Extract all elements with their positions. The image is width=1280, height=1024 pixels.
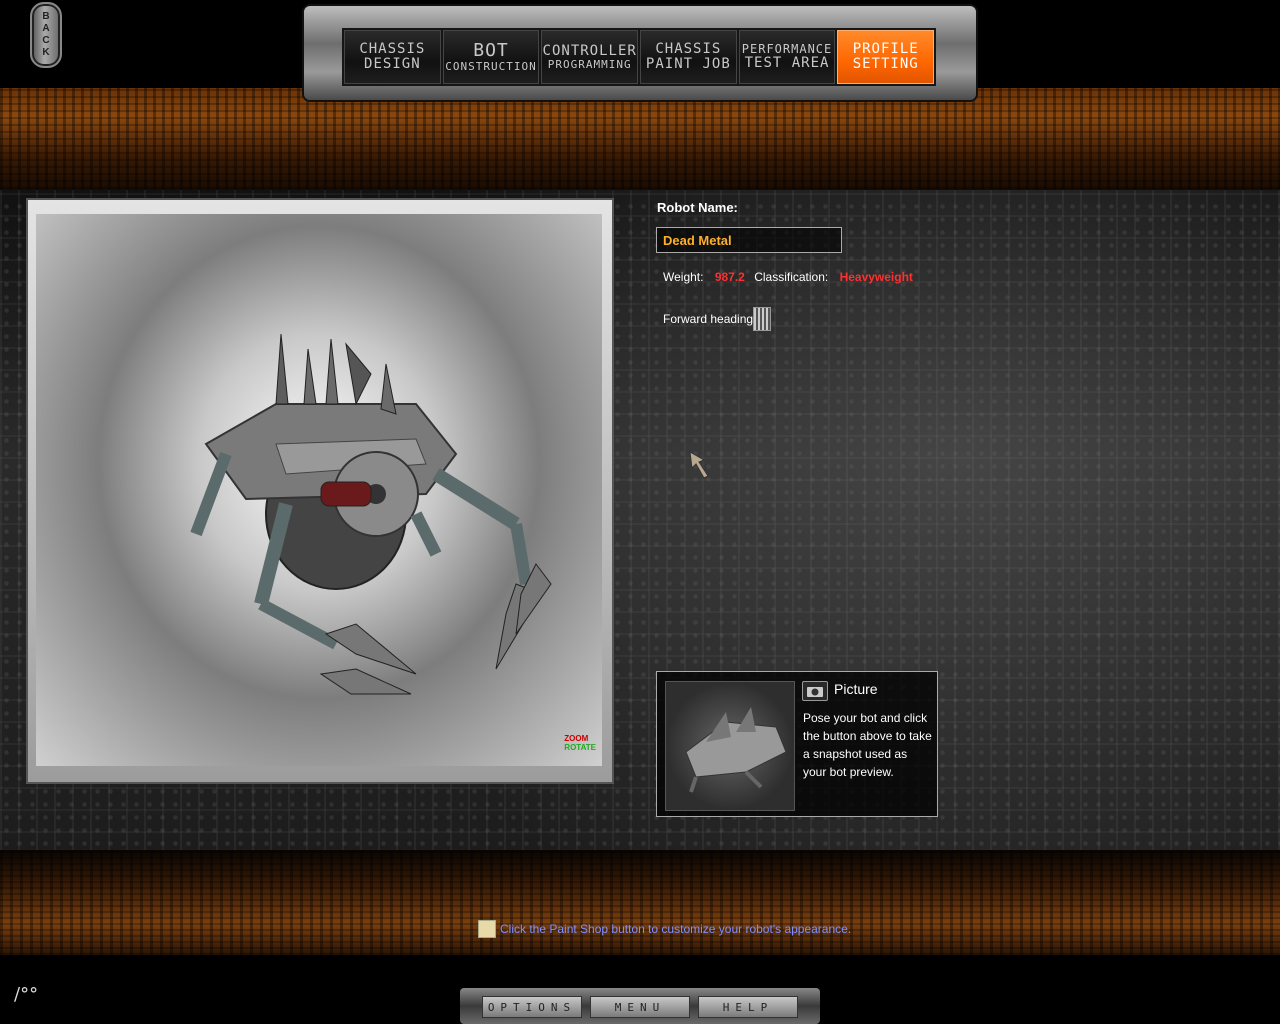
robot-viewport-frame: ZOOM ROTATE [26, 198, 614, 784]
cursor-icon [689, 451, 709, 479]
robot-stats: Weight: 987.2 Classification: Heavyweigh… [663, 270, 919, 284]
picture-description: Pose your bot and click the button above… [803, 711, 932, 779]
game-logo-icon: /°° [14, 984, 39, 1005]
top-orange-band [0, 88, 1280, 203]
zoom-rotate-indicator[interactable]: ZOOM ROTATE [564, 734, 596, 752]
tab-label-line2: DESIGN [364, 56, 421, 72]
weight-label: Weight: [663, 270, 704, 284]
tab-controller-programming[interactable]: CONTROLLER PROGRAMMING [541, 30, 639, 84]
bottom-orange-band [0, 850, 1280, 955]
robot-name-label: Robot Name: [657, 200, 738, 215]
options-button[interactable]: OPTIONS [482, 996, 582, 1018]
tab-performance-test-area[interactable]: PERFORMANCE TEST AREA [738, 30, 836, 84]
classification-value: Heavyweight [839, 270, 913, 284]
menu-button[interactable]: MENU [590, 996, 690, 1018]
tab-label-line2: SETTING [852, 56, 919, 72]
main-tab-bar: CHASSIS DESIGN BOT CONSTRUCTION CONTROLL… [304, 6, 976, 100]
tab-strip: CHASSIS DESIGN BOT CONSTRUCTION CONTROLL… [342, 28, 936, 86]
paint-shop-icon [478, 920, 496, 938]
bottom-menu-bar: OPTIONS MENU HELP [460, 988, 820, 1024]
help-button[interactable]: HELP [698, 996, 798, 1018]
tab-label-line2: PROGRAMMING [547, 57, 632, 71]
robot-name-input[interactable]: Dead Metal [656, 227, 842, 253]
weight-value: 987.2 [714, 270, 745, 284]
robot-model [190, 333, 552, 695]
forward-heading-slider[interactable] [753, 307, 771, 331]
tab-bot-construction[interactable]: BOT CONSTRUCTION [442, 30, 540, 84]
camera-icon [807, 687, 823, 697]
picture-panel: Picture Pose your bot and click the butt… [656, 671, 938, 817]
tab-profile-setting[interactable]: PROFILE SETTING [837, 30, 935, 84]
tab-label-line1: CHASSIS [359, 41, 426, 58]
back-button[interactable]: BACK [30, 2, 62, 68]
tab-label-line1: BOT [473, 39, 509, 61]
zoom-label: ZOOM [564, 734, 589, 743]
tab-label-line1: PROFILE [852, 41, 919, 58]
tab-label-line1: CONTROLLER [542, 42, 637, 59]
picture-title: Picture [834, 681, 878, 697]
bot-thumbnail-image [685, 707, 787, 793]
rotate-label: ROTATE [564, 743, 596, 752]
camera-snapshot-button[interactable] [802, 681, 828, 701]
forward-heading-label: Forward heading: [663, 312, 757, 326]
tab-chassis-paint-job[interactable]: CHASSIS PAINT JOB [640, 30, 737, 84]
bot-preview-thumbnail [665, 681, 795, 811]
classification-label: Classification: [754, 270, 829, 284]
tab-chassis-design[interactable]: CHASSIS DESIGN [344, 30, 441, 84]
back-button-label: BACK [40, 11, 52, 59]
tab-label-line2: TEST AREA [744, 54, 830, 71]
tab-label-line2: PAINT JOB [645, 56, 731, 72]
robot-3d-viewport[interactable]: ZOOM ROTATE [36, 214, 602, 766]
tab-label-line2: CONSTRUCTION [445, 59, 537, 73]
hint-text: Click the Paint Shop button to customize… [500, 922, 852, 936]
tab-label-line1: CHASSIS [655, 41, 722, 58]
